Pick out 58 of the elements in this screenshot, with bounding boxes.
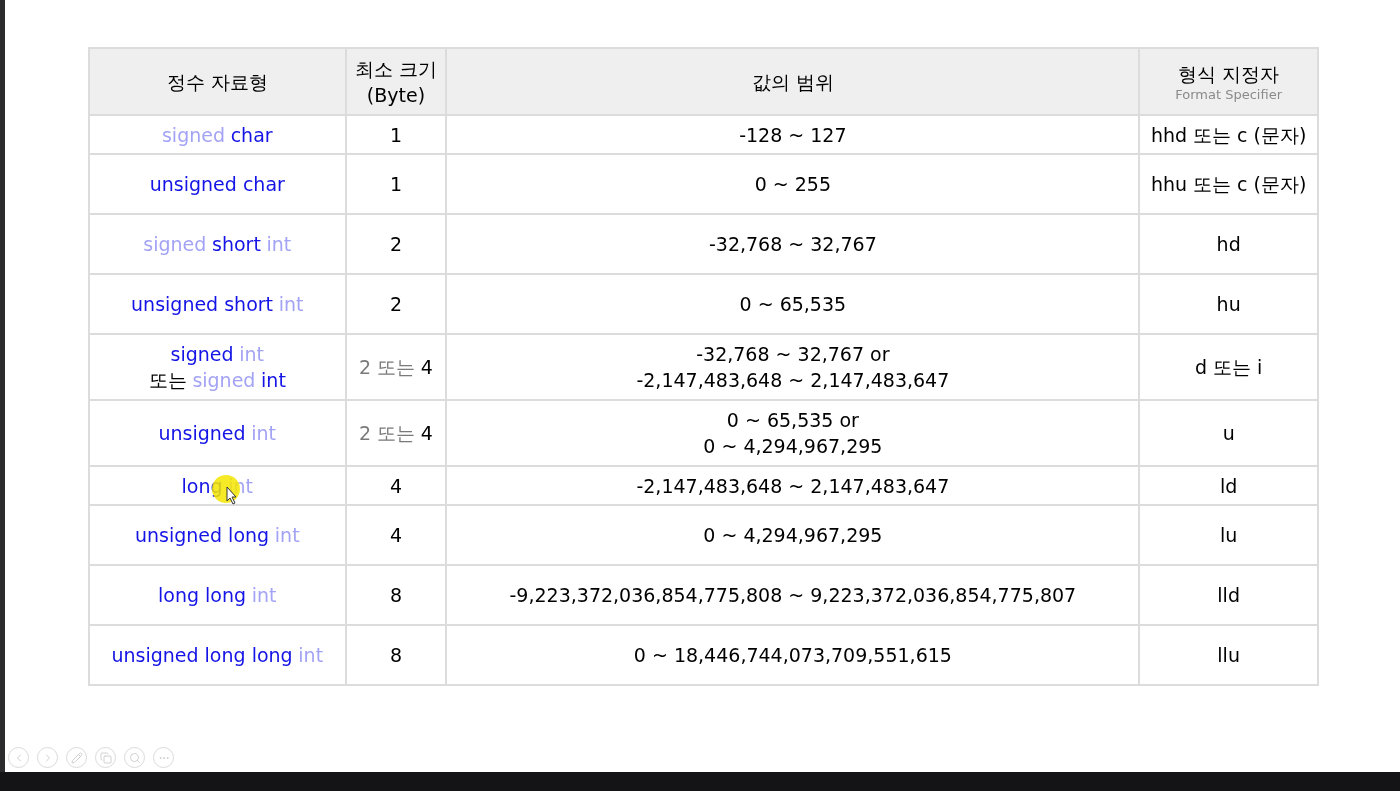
range-value: 0 ~ 255: [754, 172, 832, 197]
type-word: signed: [170, 342, 234, 367]
range-value: 0 ~ 65,535 or 0 ~ 4,294,967,295: [703, 408, 883, 459]
type-word: char: [230, 122, 273, 148]
range-value: -2,147,483,648 ~ 2,147,483,647: [636, 473, 950, 499]
type-word: int: [251, 583, 277, 608]
format-specifier: llu: [1217, 643, 1240, 668]
size-value: 8: [389, 643, 403, 668]
size-value: 4: [389, 523, 403, 548]
range-value: 0 ~ 18,446,744,073,709,551,615: [633, 643, 952, 668]
column-header: 정수 자료형: [166, 69, 268, 95]
size-value: 1: [389, 122, 403, 148]
range-value: -32,768 ~ 32,767: [708, 232, 877, 257]
type-word: 또는: [148, 368, 187, 393]
range-value: 0 ~ 65,535: [739, 292, 847, 317]
type-word: int: [261, 368, 286, 393]
size-value: 2 또는: [359, 421, 416, 446]
range-value: -9,223,372,036,854,775,808 ~ 9,223,372,036,854,775,807: [509, 583, 1077, 608]
format-specifier: lld: [1217, 583, 1240, 608]
type-word: int: [278, 292, 304, 317]
format-specifier: hu: [1216, 292, 1241, 317]
type-word: int: [251, 421, 277, 446]
column-subtitle: Format Specifier: [1175, 86, 1282, 103]
size-value: 2: [389, 232, 403, 257]
format-specifier: u: [1222, 421, 1235, 446]
size-value: 4: [420, 355, 433, 380]
format-specifier: hd: [1216, 232, 1241, 257]
type-word: int: [274, 523, 300, 548]
type-word: short: [212, 232, 261, 257]
type-word: unsigned char: [149, 172, 285, 197]
range-value: -128 ~ 127: [739, 122, 847, 148]
column-header: 값의 범위: [751, 69, 834, 95]
format-specifier: ld: [1219, 473, 1238, 499]
column-header: 최소 크기 (Byte): [354, 56, 437, 108]
size-value: 4: [389, 473, 403, 499]
type-word: int: [239, 342, 265, 367]
size-value: 4: [420, 421, 433, 446]
type-word: unsigned: [158, 421, 246, 446]
size-value: 2 또는: [359, 355, 416, 380]
type-word: unsigned short: [131, 292, 274, 317]
size-value: 8: [389, 583, 403, 608]
format-specifier: hhu 또는 c (문자): [1150, 172, 1307, 197]
type-word: long long: [158, 583, 247, 608]
column-header: 형식 지정자: [1178, 61, 1280, 87]
type-word: unsigned long: [134, 523, 270, 548]
size-value: 1: [389, 172, 403, 197]
type-word: signed: [143, 232, 207, 257]
type-word: int: [298, 643, 324, 668]
format-specifier: hhd 또는 c (문자): [1150, 122, 1307, 148]
range-value: 0 ~ 4,294,967,295: [703, 523, 883, 548]
type-word: signed: [192, 368, 256, 393]
range-value: -32,768 ~ 32,767 or -2,147,483,648 ~ 2,147,483,647: [636, 342, 950, 393]
format-specifier: lu: [1220, 523, 1238, 548]
format-specifier: d 또는 i: [1194, 355, 1263, 380]
type-word: signed: [161, 122, 225, 148]
type-word: unsigned long long: [111, 643, 293, 668]
type-word: int: [266, 232, 292, 257]
size-value: 2: [389, 292, 403, 317]
